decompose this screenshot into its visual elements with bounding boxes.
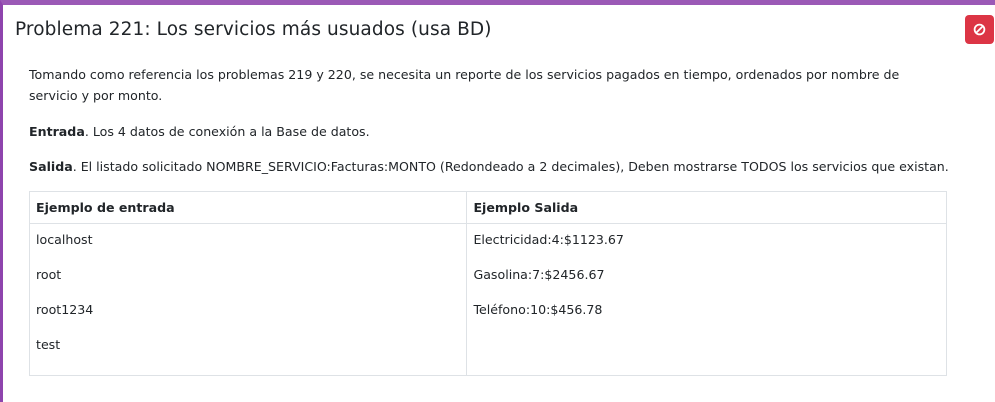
problem-description: Tomando como referencia los problemas 21… [29, 67, 900, 103]
input-text: . Los 4 datos de conexión a la Base de d… [84, 124, 370, 139]
input-line: root1234 [36, 302, 94, 317]
examples-table: Ejemplo de entrada Ejemplo Salida localh… [28, 191, 947, 376]
output-example-header: Ejemplo Salida [466, 191, 947, 224]
input-example-cell: localhost root root1234 test [28, 223, 468, 376]
examples-body-row: localhost root root1234 test Electricida… [28, 223, 947, 376]
output-example-cell: Electricidad:4:$1123.67 Gasolina:7:$2456… [466, 223, 947, 376]
output-label: Salida [29, 159, 73, 174]
output-line: Teléfono:10:$456.78 [473, 302, 603, 317]
input-label: Entrada [29, 124, 85, 139]
input-line: localhost [36, 232, 93, 247]
input-example-header: Ejemplo de entrada [28, 191, 468, 224]
output-line: Electricidad:4:$1123.67 [473, 232, 624, 247]
input-spec: Entrada. Los 4 datos de conexión a la Ba… [29, 121, 949, 142]
problem-card: Problema 221: Los servicios más usuados … [0, 0, 995, 402]
ban-icon [973, 23, 986, 36]
examples-header-row: Ejemplo de entrada Ejemplo Salida [28, 191, 947, 224]
close-button[interactable] [965, 15, 994, 44]
input-line: test [36, 337, 61, 352]
output-line: Gasolina:7:$2456.67 [473, 267, 605, 282]
output-text: . El listado solicitado NOMBRE_SERVICIO:… [72, 159, 949, 174]
input-line: root [36, 267, 62, 282]
output-spec: Salida. El listado solicitado NOMBRE_SER… [29, 156, 949, 177]
problem-title: Problema 221: Los servicios más usuados … [15, 19, 492, 40]
